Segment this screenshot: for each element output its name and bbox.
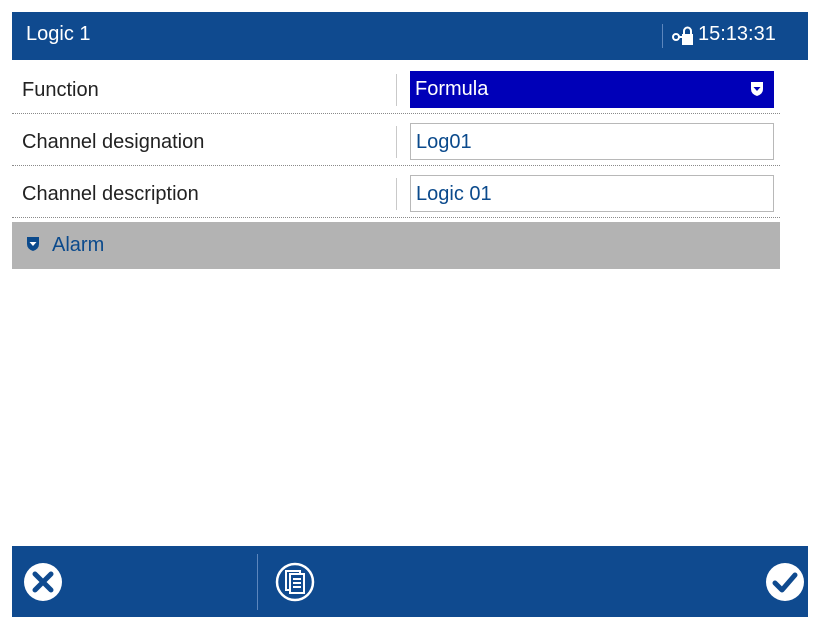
footer-divider — [257, 554, 258, 610]
expand-shield-icon — [27, 237, 39, 251]
page-title: Logic 1 — [26, 23, 91, 45]
clock-time: 15:13:31 — [698, 23, 776, 45]
header-divider — [662, 24, 663, 48]
channel-designation-label: Channel designation — [22, 131, 205, 153]
alarm-section-header[interactable]: Alarm — [12, 222, 780, 269]
alarm-section-label: Alarm — [52, 234, 105, 256]
channel-designation-input[interactable]: Log01 — [410, 123, 774, 160]
function-value: Formula — [415, 78, 489, 100]
footer-toolbar — [12, 546, 808, 617]
channel-designation-row: Channel designation Log01 — [12, 118, 780, 166]
function-label: Function — [22, 79, 99, 101]
column-divider — [396, 178, 397, 210]
function-row: Function Formula — [12, 66, 780, 114]
column-divider — [396, 74, 397, 106]
function-select[interactable]: Formula — [410, 71, 774, 108]
channel-description-input[interactable]: Logic 01 — [410, 175, 774, 212]
channel-description-label: Channel description — [22, 183, 199, 205]
dropdown-shield-icon — [751, 82, 763, 96]
checkmark-icon[interactable] — [764, 561, 806, 603]
column-divider — [396, 126, 397, 158]
lock-key-icon — [672, 26, 693, 45]
channel-description-row: Channel description Logic 01 — [12, 170, 780, 218]
title-bar: Logic 1 15:13:31 — [12, 12, 808, 60]
cancel-x-icon[interactable] — [22, 561, 64, 603]
document-list-icon[interactable] — [274, 561, 316, 603]
